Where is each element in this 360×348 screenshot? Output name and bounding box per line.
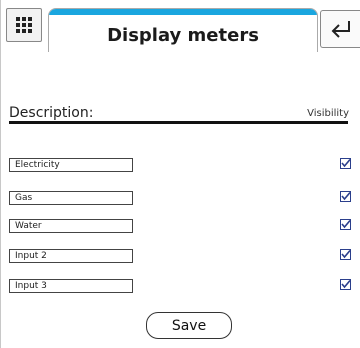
visibility-checkbox-input-3[interactable] <box>340 279 351 290</box>
left-border <box>0 0 1 348</box>
title-accent-bar <box>49 9 317 15</box>
meter-name-input-electricity[interactable]: Electricity <box>9 158 133 172</box>
visibility-header: Visibility <box>307 108 349 119</box>
page-title: Display meters <box>107 25 259 46</box>
visibility-checkbox-input-2[interactable] <box>340 249 351 260</box>
return-arrow-icon <box>331 21 350 38</box>
description-header: Description: <box>9 105 94 121</box>
back-button[interactable] <box>320 10 360 48</box>
meter-name-input-input-2[interactable]: Input 2 <box>9 249 133 263</box>
title-tab: Display meters <box>48 8 318 52</box>
meter-name-input-water[interactable]: Water <box>9 219 133 233</box>
visibility-checkbox-electricity[interactable] <box>340 158 351 169</box>
header-divider <box>9 121 348 124</box>
save-button[interactable]: Save <box>146 312 232 339</box>
visibility-checkbox-gas[interactable] <box>340 191 351 202</box>
visibility-checkbox-water[interactable] <box>340 219 351 230</box>
meter-name-input-input-3[interactable]: Input 3 <box>9 279 133 293</box>
grid-menu-icon <box>16 17 32 33</box>
menu-button[interactable] <box>6 8 42 42</box>
meter-name-input-gas[interactable]: Gas <box>9 191 133 205</box>
